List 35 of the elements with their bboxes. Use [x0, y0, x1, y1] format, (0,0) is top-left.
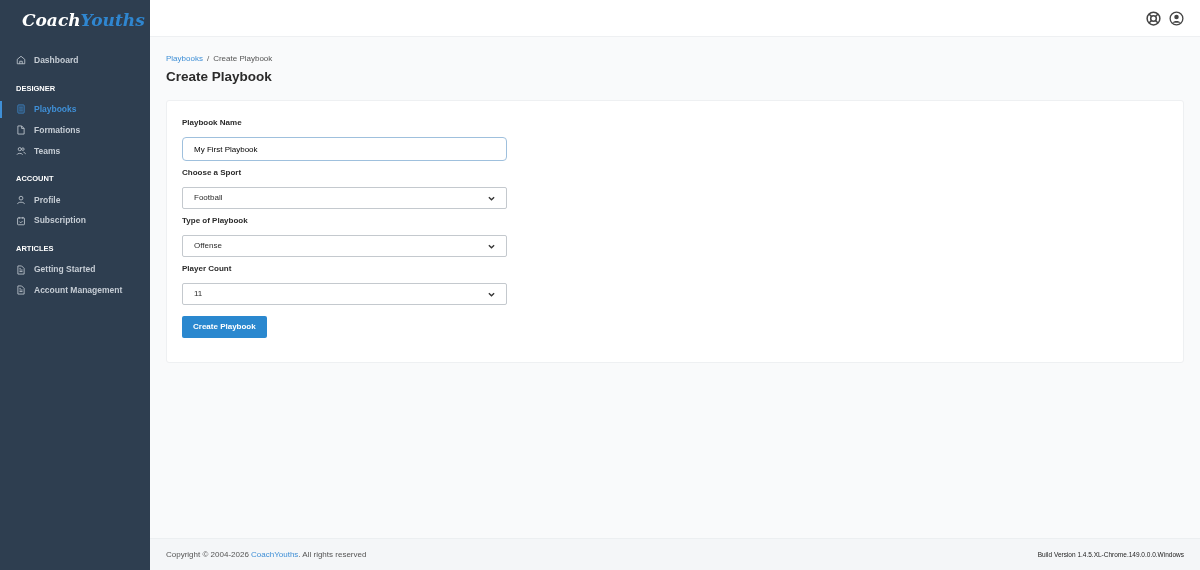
field-label: Player Count: [182, 263, 232, 276]
copyright-text: Copyright © 2004-2026 CoachYouths. All rights reserved: [166, 548, 367, 561]
users-icon: [16, 145, 26, 156]
sidebar-item[interactable]: Teams: [0, 140, 150, 162]
select-field[interactable]: 11: [182, 283, 507, 306]
text-input[interactable]: My First Playbook: [182, 137, 507, 162]
sidebar-item[interactable]: Subscription: [0, 210, 150, 231]
document-icon: [16, 285, 26, 296]
sidebar-item[interactable]: Formations: [0, 119, 150, 141]
logo: CoachYouths: [22, 10, 145, 30]
sidebar-item[interactable]: Getting Started: [0, 259, 150, 280]
book-icon: [16, 104, 26, 115]
sidebar-item[interactable]: Profile: [0, 189, 150, 211]
help-icon[interactable]: [1146, 10, 1161, 26]
chevron-down-icon: [488, 291, 495, 297]
home-icon: [16, 55, 26, 66]
select-field[interactable]: Offense: [182, 235, 507, 258]
user-icon: [16, 194, 26, 205]
breadcrumb-current: Create Playbook: [213, 54, 273, 63]
sidebar-item[interactable]: Account Management: [0, 280, 150, 301]
chevron-down-icon: [488, 195, 495, 201]
field-label: Playbook Name: [182, 117, 242, 130]
sidebar-item[interactable]: Dashboard: [0, 50, 150, 71]
breadcrumb-link[interactable]: Playbooks: [166, 54, 203, 63]
chevron-down-icon: [488, 243, 495, 249]
user-avatar-icon[interactable]: [1169, 10, 1184, 26]
page-title: Create Playbook: [166, 69, 273, 86]
field-label: Type of Playbook: [182, 215, 248, 228]
calendar-icon: [16, 215, 26, 226]
select-field[interactable]: Football: [182, 187, 507, 210]
document-icon: [16, 264, 26, 275]
breadcrumb-separator: /: [206, 54, 210, 63]
field-label: Choose a Sport: [182, 167, 242, 180]
document-icon: [16, 125, 26, 136]
create-button[interactable]: Create Playbook: [182, 316, 267, 339]
